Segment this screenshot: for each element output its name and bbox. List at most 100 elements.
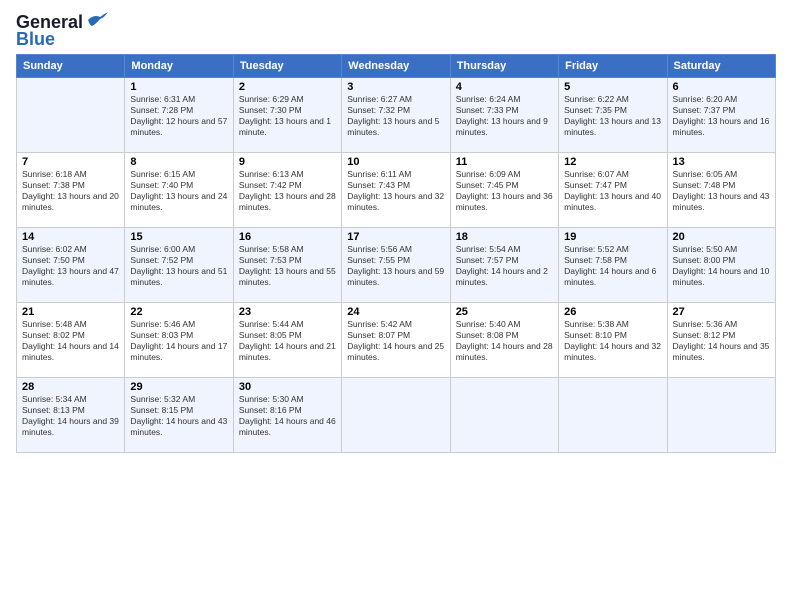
day-number: 10: [347, 156, 444, 168]
weekday-header: Saturday: [667, 55, 775, 78]
day-number: 6: [673, 81, 770, 93]
calendar-cell: 3Sunrise: 6:27 AMSunset: 7:32 PMDaylight…: [342, 78, 450, 153]
day-number: 21: [22, 306, 119, 318]
day-number: 4: [456, 81, 553, 93]
day-number: 29: [130, 381, 227, 393]
day-number: 23: [239, 306, 336, 318]
day-info: Sunrise: 5:44 AMSunset: 8:05 PMDaylight:…: [239, 319, 336, 363]
day-number: 3: [347, 81, 444, 93]
day-info: Sunrise: 5:46 AMSunset: 8:03 PMDaylight:…: [130, 319, 227, 363]
calendar-table: SundayMondayTuesdayWednesdayThursdayFrid…: [16, 54, 776, 453]
day-info: Sunrise: 6:05 AMSunset: 7:48 PMDaylight:…: [673, 169, 770, 213]
calendar-cell: 7Sunrise: 6:18 AMSunset: 7:38 PMDaylight…: [17, 153, 125, 228]
calendar-cell: 25Sunrise: 5:40 AMSunset: 8:08 PMDayligh…: [450, 303, 558, 378]
day-number: 8: [130, 156, 227, 168]
calendar-cell: 27Sunrise: 5:36 AMSunset: 8:12 PMDayligh…: [667, 303, 775, 378]
calendar-cell: 22Sunrise: 5:46 AMSunset: 8:03 PMDayligh…: [125, 303, 233, 378]
day-info: Sunrise: 6:20 AMSunset: 7:37 PMDaylight:…: [673, 94, 770, 138]
day-number: 22: [130, 306, 227, 318]
day-number: 19: [564, 231, 661, 243]
day-info: Sunrise: 6:11 AMSunset: 7:43 PMDaylight:…: [347, 169, 444, 213]
day-number: 13: [673, 156, 770, 168]
day-number: 5: [564, 81, 661, 93]
day-info: Sunrise: 5:52 AMSunset: 7:58 PMDaylight:…: [564, 244, 661, 288]
calendar-cell: 23Sunrise: 5:44 AMSunset: 8:05 PMDayligh…: [233, 303, 341, 378]
day-number: 11: [456, 156, 553, 168]
calendar-body: 1Sunrise: 6:31 AMSunset: 7:28 PMDaylight…: [17, 78, 776, 453]
calendar-cell: 11Sunrise: 6:09 AMSunset: 7:45 PMDayligh…: [450, 153, 558, 228]
day-number: 18: [456, 231, 553, 243]
day-info: Sunrise: 6:29 AMSunset: 7:30 PMDaylight:…: [239, 94, 336, 138]
logo: General Blue: [16, 12, 108, 50]
calendar-header: SundayMondayTuesdayWednesdayThursdayFrid…: [17, 55, 776, 78]
calendar-cell: 8Sunrise: 6:15 AMSunset: 7:40 PMDaylight…: [125, 153, 233, 228]
day-number: 27: [673, 306, 770, 318]
day-number: 17: [347, 231, 444, 243]
day-number: 24: [347, 306, 444, 318]
day-info: Sunrise: 5:54 AMSunset: 7:57 PMDaylight:…: [456, 244, 553, 288]
day-info: Sunrise: 6:18 AMSunset: 7:38 PMDaylight:…: [22, 169, 119, 213]
calendar-cell: 5Sunrise: 6:22 AMSunset: 7:35 PMDaylight…: [559, 78, 667, 153]
calendar-cell: 18Sunrise: 5:54 AMSunset: 7:57 PMDayligh…: [450, 228, 558, 303]
day-info: Sunrise: 5:58 AMSunset: 7:53 PMDaylight:…: [239, 244, 336, 288]
calendar-week-row: 28Sunrise: 5:34 AMSunset: 8:13 PMDayligh…: [17, 378, 776, 453]
day-info: Sunrise: 6:15 AMSunset: 7:40 PMDaylight:…: [130, 169, 227, 213]
calendar-cell: 9Sunrise: 6:13 AMSunset: 7:42 PMDaylight…: [233, 153, 341, 228]
calendar-week-row: 14Sunrise: 6:02 AMSunset: 7:50 PMDayligh…: [17, 228, 776, 303]
day-number: 7: [22, 156, 119, 168]
day-number: 14: [22, 231, 119, 243]
calendar-cell: [450, 378, 558, 453]
day-number: 2: [239, 81, 336, 93]
day-info: Sunrise: 6:31 AMSunset: 7:28 PMDaylight:…: [130, 94, 227, 138]
day-number: 20: [673, 231, 770, 243]
day-info: Sunrise: 5:56 AMSunset: 7:55 PMDaylight:…: [347, 244, 444, 288]
calendar-cell: 24Sunrise: 5:42 AMSunset: 8:07 PMDayligh…: [342, 303, 450, 378]
calendar-cell: 28Sunrise: 5:34 AMSunset: 8:13 PMDayligh…: [17, 378, 125, 453]
weekday-header: Thursday: [450, 55, 558, 78]
day-number: 26: [564, 306, 661, 318]
day-number: 16: [239, 231, 336, 243]
day-info: Sunrise: 5:50 AMSunset: 8:00 PMDaylight:…: [673, 244, 770, 288]
day-number: 28: [22, 381, 119, 393]
page-container: General Blue SundayMondayTuesdayWednesda…: [0, 0, 792, 465]
day-info: Sunrise: 5:34 AMSunset: 8:13 PMDaylight:…: [22, 394, 119, 438]
day-info: Sunrise: 6:22 AMSunset: 7:35 PMDaylight:…: [564, 94, 661, 138]
day-info: Sunrise: 6:09 AMSunset: 7:45 PMDaylight:…: [456, 169, 553, 213]
calendar-cell: 15Sunrise: 6:00 AMSunset: 7:52 PMDayligh…: [125, 228, 233, 303]
day-info: Sunrise: 5:36 AMSunset: 8:12 PMDaylight:…: [673, 319, 770, 363]
calendar-cell: 19Sunrise: 5:52 AMSunset: 7:58 PMDayligh…: [559, 228, 667, 303]
day-info: Sunrise: 6:02 AMSunset: 7:50 PMDaylight:…: [22, 244, 119, 288]
calendar-week-row: 1Sunrise: 6:31 AMSunset: 7:28 PMDaylight…: [17, 78, 776, 153]
weekday-header: Tuesday: [233, 55, 341, 78]
day-info: Sunrise: 5:32 AMSunset: 8:15 PMDaylight:…: [130, 394, 227, 438]
weekday-row: SundayMondayTuesdayWednesdayThursdayFrid…: [17, 55, 776, 78]
calendar-cell: [559, 378, 667, 453]
day-number: 30: [239, 381, 336, 393]
day-number: 9: [239, 156, 336, 168]
calendar-cell: [342, 378, 450, 453]
day-info: Sunrise: 6:00 AMSunset: 7:52 PMDaylight:…: [130, 244, 227, 288]
day-number: 12: [564, 156, 661, 168]
calendar-week-row: 7Sunrise: 6:18 AMSunset: 7:38 PMDaylight…: [17, 153, 776, 228]
calendar-cell: 4Sunrise: 6:24 AMSunset: 7:33 PMDaylight…: [450, 78, 558, 153]
day-info: Sunrise: 6:13 AMSunset: 7:42 PMDaylight:…: [239, 169, 336, 213]
weekday-header: Wednesday: [342, 55, 450, 78]
calendar-cell: 26Sunrise: 5:38 AMSunset: 8:10 PMDayligh…: [559, 303, 667, 378]
logo-blue-text: Blue: [16, 29, 55, 50]
logo-bird-icon: [86, 12, 108, 30]
day-info: Sunrise: 5:40 AMSunset: 8:08 PMDaylight:…: [456, 319, 553, 363]
calendar-cell: 16Sunrise: 5:58 AMSunset: 7:53 PMDayligh…: [233, 228, 341, 303]
calendar-cell: 21Sunrise: 5:48 AMSunset: 8:02 PMDayligh…: [17, 303, 125, 378]
calendar-cell: 13Sunrise: 6:05 AMSunset: 7:48 PMDayligh…: [667, 153, 775, 228]
calendar-cell: 17Sunrise: 5:56 AMSunset: 7:55 PMDayligh…: [342, 228, 450, 303]
weekday-header: Monday: [125, 55, 233, 78]
calendar-cell: 12Sunrise: 6:07 AMSunset: 7:47 PMDayligh…: [559, 153, 667, 228]
header: General Blue: [16, 12, 776, 50]
calendar-cell: 14Sunrise: 6:02 AMSunset: 7:50 PMDayligh…: [17, 228, 125, 303]
weekday-header: Sunday: [17, 55, 125, 78]
day-number: 25: [456, 306, 553, 318]
calendar-cell: 20Sunrise: 5:50 AMSunset: 8:00 PMDayligh…: [667, 228, 775, 303]
calendar-cell: [667, 378, 775, 453]
calendar-cell: [17, 78, 125, 153]
weekday-header: Friday: [559, 55, 667, 78]
